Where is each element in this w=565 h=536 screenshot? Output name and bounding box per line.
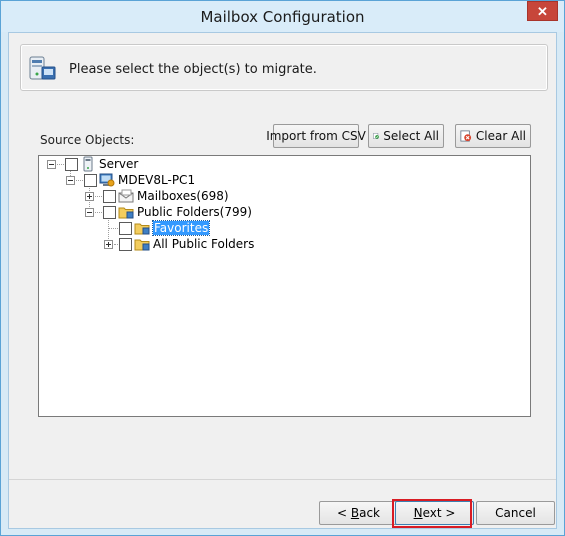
public-folder-icon <box>134 223 150 235</box>
tree-node-computer[interactable]: MDEV8L-PC1 <box>66 172 195 188</box>
mailboxes-checkbox[interactable] <box>103 189 116 203</box>
clear-all-button[interactable]: Clear All <box>455 124 531 148</box>
collapse-toggle[interactable] <box>85 207 94 217</box>
public-folder-icon <box>134 239 150 251</box>
close-button[interactable]: ✕ <box>527 1 558 21</box>
tree-node-all-public-folders[interactable]: All Public Folders <box>104 236 254 252</box>
cancel-label: Cancel <box>495 506 536 520</box>
title-bar: Mailbox Configuration ✕ <box>1 1 564 32</box>
favorites-checkbox[interactable] <box>119 221 132 235</box>
clear-all-label: Clear All <box>475 129 526 143</box>
expand-toggle[interactable] <box>85 191 94 201</box>
import-from-csv-button[interactable]: Import from CSV <box>266 124 366 148</box>
next-button-highlight <box>392 499 472 528</box>
footer-divider <box>9 479 556 480</box>
cancel-button[interactable]: Cancel <box>476 501 555 525</box>
tree-node-label: Public Folders(799) <box>137 205 252 219</box>
back-button[interactable]: < Back <box>319 501 398 525</box>
tree-node-label: MDEV8L-PC1 <box>118 173 196 187</box>
tree-node-label: All Public Folders <box>153 237 255 251</box>
window-title: Mailbox Configuration <box>200 8 365 26</box>
tree-node-label: Server <box>99 157 139 171</box>
expand-toggle[interactable] <box>104 239 113 249</box>
mailbox-configuration-window: Mailbox Configuration ✕ Please select th… <box>0 0 565 536</box>
select-all-button[interactable]: Select All <box>368 124 444 148</box>
back-label-rest: ack <box>359 506 380 520</box>
server-checkbox[interactable] <box>65 157 78 171</box>
dialog-client-area: Please select the object(s) to migrate. … <box>8 32 557 529</box>
collapse-toggle[interactable] <box>47 159 56 169</box>
computer-icon <box>99 173 115 187</box>
clear-all-icon <box>460 130 472 142</box>
source-objects-label: Source Objects: <box>40 133 135 147</box>
import-from-csv-label: Import from CSV <box>266 129 366 143</box>
computer-checkbox[interactable] <box>84 173 97 187</box>
tree-node-mailboxes[interactable]: Mailboxes(698) <box>85 188 229 204</box>
tree-node-public-folders[interactable]: Public Folders(799) <box>85 204 252 220</box>
public-folder-icon <box>118 207 134 219</box>
collapse-toggle[interactable] <box>66 175 75 185</box>
instruction-panel: Please select the object(s) to migrate. <box>20 44 548 91</box>
back-prefix: < <box>336 506 351 520</box>
back-accelerator: B <box>350 506 360 520</box>
mailboxes-icon <box>118 189 134 203</box>
tree-node-label: Favorites <box>151 220 211 236</box>
all-public-folders-checkbox[interactable] <box>119 237 132 251</box>
select-all-icon <box>373 133 379 139</box>
server-icon <box>83 156 93 172</box>
migration-server-icon <box>29 56 56 80</box>
tree-node-label: Mailboxes(698) <box>137 189 229 203</box>
tree-node-favorites[interactable]: Favorites <box>119 220 211 236</box>
public-folders-checkbox[interactable] <box>103 205 116 219</box>
tree-node-server[interactable]: Server <box>47 156 138 172</box>
source-objects-tree[interactable]: Server MDEV8L-PC1 Mailboxes(698) Public … <box>38 155 531 417</box>
instruction-text: Please select the object(s) to migrate. <box>69 62 317 77</box>
select-all-label: Select All <box>383 129 439 143</box>
